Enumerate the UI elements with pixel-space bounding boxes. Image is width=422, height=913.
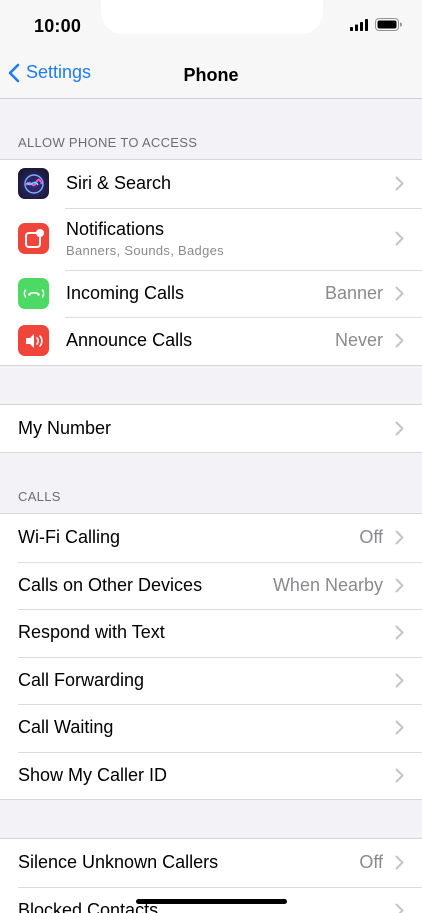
- status-bar: 10:00: [0, 0, 422, 50]
- chevron-right-icon: [395, 421, 404, 436]
- row-label: Calls on Other Devices: [18, 574, 203, 595]
- battery-icon: [375, 18, 402, 31]
- row-my-number[interactable]: My Number: [0, 405, 422, 453]
- my-number-group: My Number: [0, 403, 422, 453]
- status-time: 10:00: [34, 16, 82, 36]
- row-incoming-calls[interactable]: Incoming Calls Banner: [0, 269, 422, 318]
- row-silence-unknown-callers[interactable]: Silence Unknown Callers Off: [0, 839, 422, 887]
- section-header-calls: CALLS: [18, 489, 61, 504]
- row-value: Off: [359, 852, 383, 873]
- chevron-right-icon: [395, 855, 404, 870]
- incoming-calls-icon: [18, 277, 49, 309]
- row-label: Wi-Fi Calling: [18, 527, 121, 548]
- row-value: When Nearby: [272, 574, 383, 595]
- announce-calls-icon: [18, 325, 49, 357]
- row-call-forwarding[interactable]: Call Forwarding: [0, 656, 422, 705]
- chevron-right-icon: [395, 720, 404, 735]
- chevron-right-icon: [395, 333, 404, 348]
- row-notifications[interactable]: Notifications Banners, Sounds, Badges: [0, 207, 422, 270]
- chevron-right-icon: [395, 768, 404, 783]
- chevron-right-icon: [395, 176, 404, 191]
- chevron-right-icon: [395, 625, 404, 640]
- row-value: Never: [334, 330, 383, 351]
- chevron-right-icon: [395, 578, 404, 593]
- section-header-access: ALLOW PHONE TO ACCESS: [18, 135, 198, 150]
- chevron-right-icon: [395, 903, 404, 913]
- row-label: Show My Caller ID: [18, 764, 168, 785]
- chevron-right-icon: [395, 530, 404, 545]
- row-value: Off: [359, 527, 383, 548]
- chevron-right-icon: [395, 673, 404, 688]
- row-announce-calls[interactable]: Announce Calls Never: [0, 317, 422, 365]
- row-label: Respond with Text: [18, 622, 165, 643]
- row-siri-search[interactable]: Siri & Search: [0, 160, 422, 208]
- row-label: Incoming Calls: [66, 282, 185, 303]
- notifications-icon: [18, 223, 49, 254]
- access-group: Siri & Search Notifications Banners, Sou…: [0, 159, 422, 366]
- row-respond-with-text[interactable]: Respond with Text: [0, 609, 422, 657]
- navigation-bar: Settings Phone: [0, 50, 422, 99]
- calls-group: Wi-Fi Calling Off Calls on Other Devices…: [0, 513, 422, 800]
- row-value: Banner: [324, 282, 383, 303]
- row-label: Announce Calls: [66, 330, 193, 351]
- row-label: Siri & Search: [66, 173, 172, 194]
- home-indicator[interactable]: [136, 899, 287, 904]
- row-label: Silence Unknown Callers: [18, 852, 219, 873]
- chevron-right-icon: [395, 231, 404, 246]
- row-calls-on-other-devices[interactable]: Calls on Other Devices When Nearby: [0, 561, 422, 610]
- row-call-waiting[interactable]: Call Waiting: [0, 704, 422, 752]
- chevron-right-icon: [395, 286, 404, 301]
- row-label: My Number: [18, 417, 112, 438]
- cellular-signal-icon: [350, 18, 368, 31]
- row-sublabel: Banners, Sounds, Badges: [66, 243, 224, 258]
- row-label: Call Waiting: [18, 717, 114, 738]
- settings-list[interactable]: ALLOW PHONE TO ACCESS Siri & Search Noti…: [0, 99, 422, 913]
- status-icons: [350, 18, 402, 31]
- row-show-my-caller-id[interactable]: Show My Caller ID: [0, 751, 422, 800]
- row-label: Notifications: [66, 219, 165, 239]
- siri-icon: [18, 168, 49, 200]
- row-label: Call Forwarding: [18, 669, 145, 690]
- notch: [101, 0, 323, 34]
- page-title: Phone: [183, 65, 239, 85]
- row-wifi-calling[interactable]: Wi-Fi Calling Off: [0, 514, 422, 562]
